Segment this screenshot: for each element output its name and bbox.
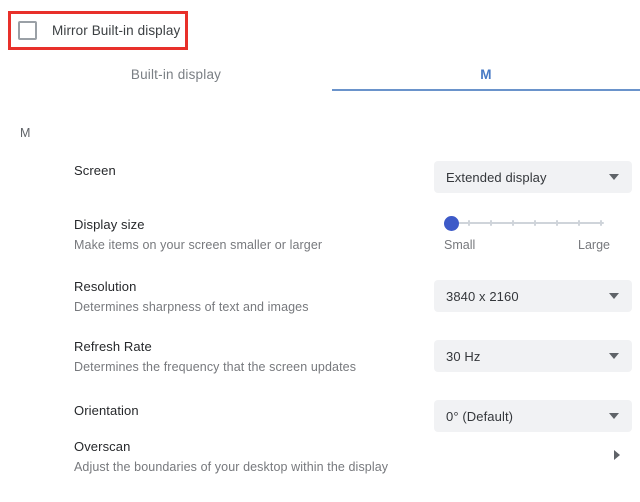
setting-subtitle: Determines the frequency that the screen… [74,358,414,376]
section-heading: M [20,126,31,140]
setting-label-group: Overscan Adjust the boundaries of your d… [74,438,414,476]
slider-range-labels: Small Large [444,238,610,252]
setting-subtitle: Determines sharpness of text and images [74,298,414,316]
setting-row-orientation: Orientation 0° (Default) [0,390,640,438]
slider-max-label: Large [578,238,610,252]
setting-title: Screen [74,162,414,180]
slider-tick [556,220,558,226]
setting-row-resolution: Resolution Determines sharpness of text … [0,268,640,330]
mirror-display-label: Mirror Built-in display [52,22,180,39]
chevron-right-icon[interactable] [614,450,620,460]
setting-label-group: Resolution Determines sharpness of text … [74,278,414,316]
checkbox-unchecked-icon[interactable] [18,21,37,40]
screen-dropdown-value: Extended display [434,170,609,185]
resolution-dropdown[interactable]: 3840 x 2160 [434,280,632,312]
setting-subtitle: Adjust the boundaries of your desktop wi… [74,458,414,476]
slider-tick [468,220,470,226]
slider-tick [512,220,514,226]
setting-subtitle: Make items on your screen smaller or lar… [74,236,414,254]
setting-title: Resolution [74,278,414,296]
chevron-down-icon [609,413,619,419]
chevron-down-icon [609,353,619,359]
resolution-dropdown-value: 3840 x 2160 [434,289,609,304]
screen-dropdown[interactable]: Extended display [434,161,632,193]
slider-thumb[interactable] [444,216,459,231]
setting-row-overscan[interactable]: Overscan Adjust the boundaries of your d… [0,438,640,492]
tab-active-indicator [332,89,640,91]
refresh-rate-dropdown-value: 30 Hz [434,349,609,364]
orientation-dropdown-value: 0° (Default) [434,409,609,424]
setting-row-display-size: Display size Make items on your screen s… [0,206,640,268]
slider-tick [534,220,536,226]
display-size-slider[interactable]: Small Large [444,216,604,258]
chevron-down-icon [609,293,619,299]
slider-tick [578,220,580,226]
setting-label-group: Display size Make items on your screen s… [74,216,414,254]
setting-label-group: Orientation [74,402,414,420]
slider-tick [600,220,602,226]
display-settings-list: Screen Extended display Display size Mak… [0,150,640,492]
setting-label-group: Screen [74,162,414,180]
display-tabs: Built-in display M [0,55,640,93]
refresh-rate-dropdown[interactable]: 30 Hz [434,340,632,372]
slider-min-label: Small [444,238,475,252]
mirror-display-row[interactable]: Mirror Built-in display [0,0,640,58]
tab-built-in-display[interactable]: Built-in display [26,55,326,93]
setting-row-refresh-rate: Refresh Rate Determines the frequency th… [0,330,640,390]
setting-title: Overscan [74,438,414,456]
tab-m[interactable]: M [332,55,640,93]
setting-title: Refresh Rate [74,338,414,356]
chevron-down-icon [609,174,619,180]
setting-title: Orientation [74,402,414,420]
orientation-dropdown[interactable]: 0° (Default) [434,400,632,432]
setting-title: Display size [74,216,414,234]
slider-tick [490,220,492,226]
setting-row-screen: Screen Extended display [0,150,640,206]
setting-label-group: Refresh Rate Determines the frequency th… [74,338,414,376]
